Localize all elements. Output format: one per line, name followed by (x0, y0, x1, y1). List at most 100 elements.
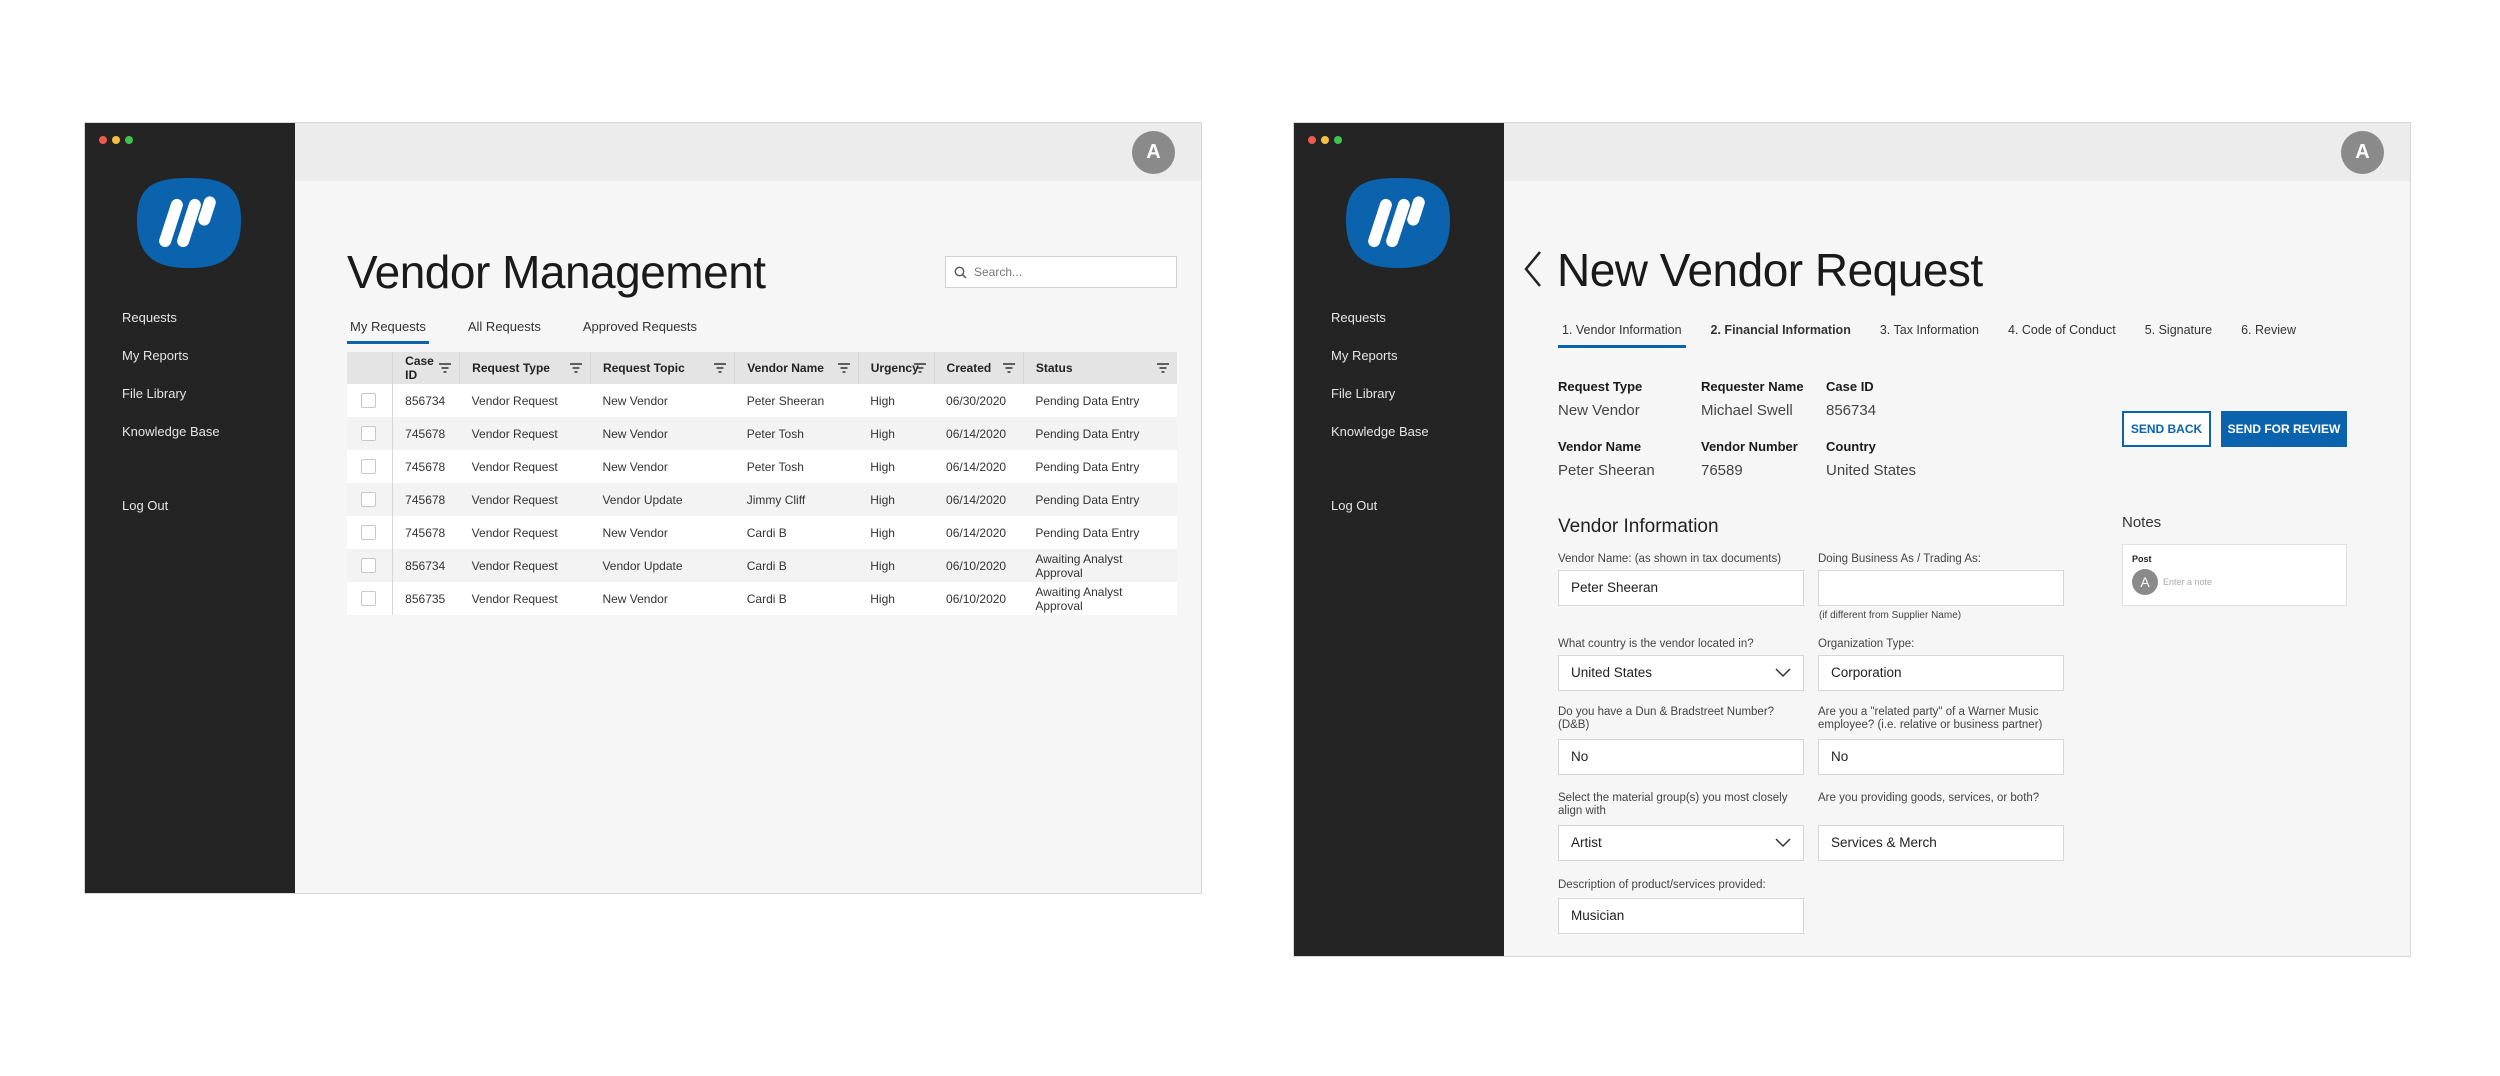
user-avatar[interactable]: A (2341, 131, 2384, 174)
minimize-dot[interactable] (112, 136, 120, 144)
notes-box: Post A Enter a note (2122, 544, 2347, 606)
table-row[interactable]: 745678 Vendor Request New Vendor Peter Tosh… (347, 450, 1177, 483)
table-row[interactable]: 745678 Vendor Request New Vendor Cardi B Hig… (347, 516, 1177, 549)
step-financial-information[interactable]: 2. Financial Information (1707, 323, 1855, 348)
requests-table: Case ID Request Type Request Topic Vendor N… (347, 352, 1177, 615)
material-group-select[interactable]: Artist (1558, 825, 1804, 861)
send-back-button[interactable]: SEND BACK (2122, 411, 2211, 447)
step-signature[interactable]: 5. Signature (2141, 323, 2216, 348)
table-row[interactable]: 856734 Vendor Request New Vendor Peter Shee… (347, 384, 1177, 417)
window-controls (1308, 136, 1342, 144)
table-row[interactable]: 856735 Vendor Request New Vendor Cardi B Hig… (347, 582, 1177, 615)
close-dot[interactable] (99, 136, 107, 144)
search-box[interactable] (945, 256, 1177, 288)
filter-icon[interactable] (439, 362, 452, 376)
sidebar-item-requests[interactable]: Requests (122, 311, 220, 349)
goods-services-field[interactable]: Services & Merch (1818, 825, 2064, 861)
row-checkbox[interactable] (361, 525, 376, 540)
table-cell: Vendor Request (459, 483, 591, 516)
row-checkbox-cell (347, 582, 394, 615)
filter-icon[interactable] (913, 362, 926, 376)
column-header[interactable]: Created (934, 352, 1024, 384)
filter-icon[interactable] (569, 362, 582, 376)
search-input[interactable] (974, 265, 1164, 279)
table-cell: Vendor Request (459, 450, 591, 483)
column-header[interactable]: Request Topic (590, 352, 736, 384)
row-checkbox-cell (347, 450, 394, 483)
country-value: United States (1826, 462, 1917, 479)
sidebar-item-file-library[interactable]: File Library (1331, 387, 1429, 425)
filter-icon[interactable] (1157, 362, 1169, 376)
step-review[interactable]: 6. Review (2237, 323, 2300, 348)
tab-all-requests[interactable]: All Requests (465, 319, 544, 344)
dba-field[interactable] (1818, 570, 2064, 606)
column-header[interactable]: Urgency (858, 352, 935, 384)
column-header[interactable]: Case ID (392, 352, 461, 384)
row-checkbox-cell (347, 417, 394, 450)
table-cell: New Vendor (590, 384, 735, 417)
sidebar-item-file-library[interactable]: File Library (122, 387, 220, 425)
sidebar-item-knowledge-base[interactable]: Knowledge Base (122, 425, 220, 463)
column-header[interactable]: Vendor Name (734, 352, 859, 384)
back-arrow-icon[interactable] (1522, 249, 1544, 289)
table-cell: Pending Data Entry (1023, 417, 1177, 450)
logout-link[interactable]: Log Out (122, 498, 168, 513)
step-vendor-information[interactable]: 1. Vendor Information (1558, 323, 1686, 348)
description-field[interactable]: Musician (1558, 898, 1804, 934)
column-header[interactable]: Status (1023, 352, 1177, 384)
step-code-of-conduct[interactable]: 4. Code of Conduct (2004, 323, 2120, 348)
sidebar-item-requests[interactable]: Requests (1331, 311, 1429, 349)
table-cell: 745678 (392, 417, 460, 450)
vendor-name-field[interactable]: Peter Sheeran (1558, 570, 1804, 606)
chevron-down-icon (1775, 668, 1791, 678)
request-type-value: New Vendor (1558, 402, 1640, 419)
close-dot[interactable] (1308, 136, 1316, 144)
country-select[interactable]: United States (1558, 655, 1804, 691)
table-row[interactable]: 856734 Vendor Request Vendor Update Cardi B… (347, 549, 1177, 582)
table-cell: New Vendor (590, 516, 735, 549)
table-cell: New Vendor (590, 417, 735, 450)
request-type-info: Request Type New Vendor (1558, 379, 1642, 419)
row-checkbox[interactable] (361, 459, 376, 474)
note-input[interactable]: Enter a note (2163, 577, 2212, 587)
filter-icon[interactable] (837, 362, 850, 376)
maximize-dot[interactable] (125, 136, 133, 144)
send-for-review-button[interactable]: SEND FOR REVIEW (2221, 411, 2347, 447)
table-row[interactable]: 745678 Vendor Request Vendor Update Jimmy C… (347, 483, 1177, 516)
tab-approved-requests[interactable]: Approved Requests (580, 319, 700, 344)
dnb-field[interactable]: No (1558, 739, 1804, 775)
tab-my-requests[interactable]: My Requests (347, 319, 429, 344)
user-avatar[interactable]: A (1132, 131, 1175, 174)
maximize-dot[interactable] (1334, 136, 1342, 144)
org-type-field[interactable]: Corporation (1818, 655, 2064, 691)
step-tax-information[interactable]: 3. Tax Information (1876, 323, 1983, 348)
minimize-dot[interactable] (1321, 136, 1329, 144)
filter-icon[interactable] (1002, 362, 1015, 376)
dnb-field-label: Do you have a Dun & Bradstreet Number? (… (1558, 706, 1775, 731)
table-row[interactable]: 745678 Vendor Request New Vendor Peter Tosh… (347, 417, 1177, 450)
table-cell: Vendor Request (459, 549, 591, 582)
sidebar-item-my-reports[interactable]: My Reports (122, 349, 220, 387)
column-header-label: Vendor Name (747, 361, 824, 375)
logout-link[interactable]: Log Out (1331, 498, 1377, 513)
table-cell: Awaiting Analyst Approval (1023, 582, 1177, 615)
page-title: Vendor Management (347, 246, 766, 298)
row-checkbox[interactable] (361, 393, 376, 408)
row-checkbox[interactable] (361, 591, 376, 606)
sidebar-item-my-reports[interactable]: My Reports (1331, 349, 1429, 387)
row-checkbox[interactable] (361, 492, 376, 507)
warner-logo[interactable] (135, 176, 243, 270)
table-cell: 745678 (392, 516, 460, 549)
goods-services-field-label: Are you providing goods, services, or bo… (1818, 792, 2040, 804)
row-checkbox[interactable] (361, 426, 376, 441)
sidebar: Requests My Reports File Library Knowled… (1294, 123, 1504, 956)
related-party-field[interactable]: No (1818, 739, 2064, 775)
warner-logo[interactable] (1344, 176, 1452, 270)
filter-icon[interactable] (714, 362, 727, 376)
step-tabs: 1. Vendor Information 2. Financial Infor… (1558, 323, 2321, 348)
sidebar-item-knowledge-base[interactable]: Knowledge Base (1331, 425, 1429, 463)
row-checkbox[interactable] (361, 558, 376, 573)
row-checkbox-cell (347, 516, 394, 549)
table-cell: High (858, 516, 935, 549)
column-header[interactable]: Request Type (459, 352, 591, 384)
